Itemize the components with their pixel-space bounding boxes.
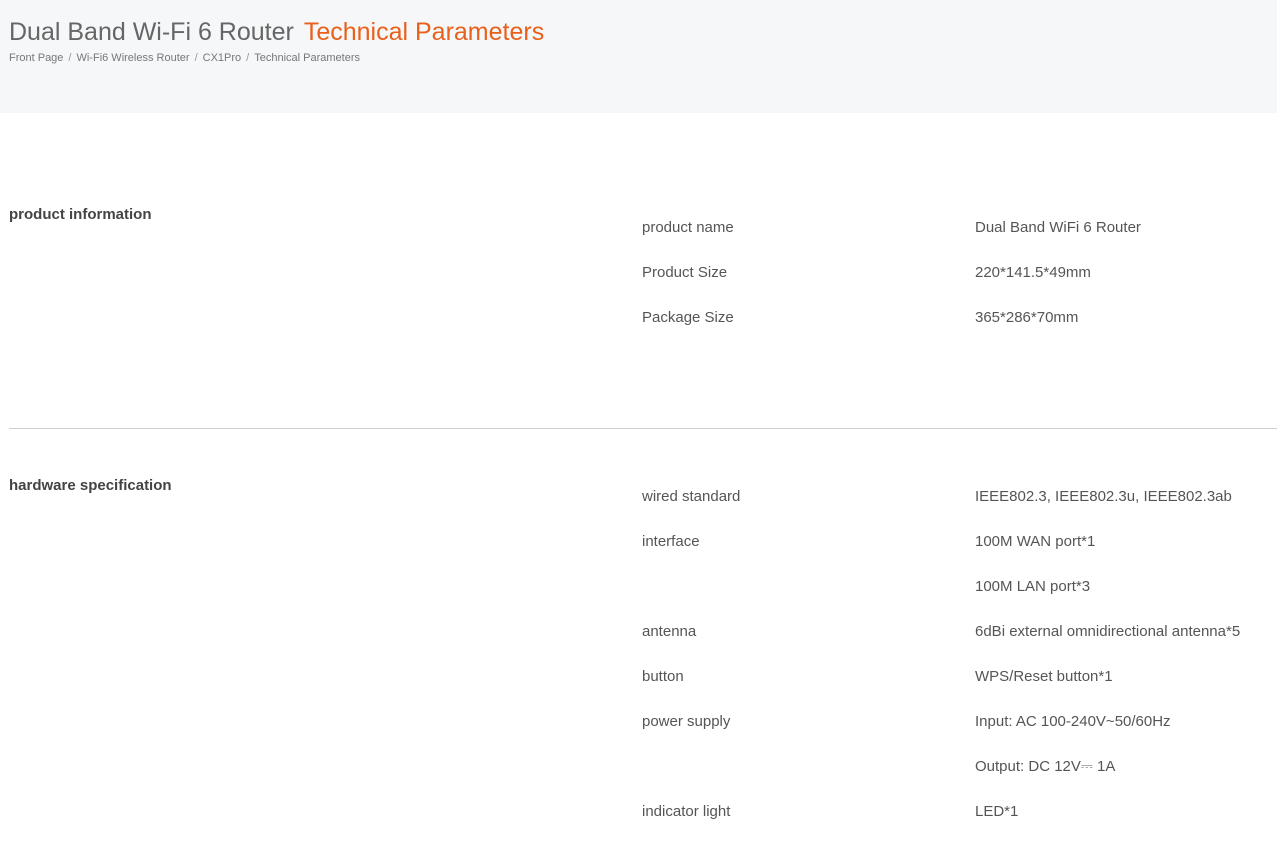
spec-label: interface	[642, 533, 700, 550]
spec-row: Output: DC 12V⎓ 1A	[0, 757, 1277, 777]
page-title-accent: Technical Parameters	[303, 18, 545, 46]
spec-value: Dual Band WiFi 6 Router	[975, 219, 1141, 236]
spec-row: product name Dual Band WiFi 6 Router	[0, 218, 1277, 238]
breadcrumb-separator: /	[194, 52, 198, 64]
spec-row: Product Size 220*141.5*49mm	[0, 263, 1277, 283]
page-title: Dual Band Wi-Fi 6 Router Technical Parame…	[9, 17, 544, 47]
spec-row: Package Size 365*286*70mm	[0, 308, 1277, 328]
spec-value: Output: DC 12V⎓ 1A	[975, 758, 1116, 775]
breadcrumb-separator: /	[68, 52, 72, 64]
page-header: Dual Band Wi-Fi 6 Router Technical Parame…	[0, 0, 1277, 113]
spec-label: product name	[642, 219, 734, 236]
spec-value: 6dBi external omnidirectional antenna*5	[975, 623, 1241, 640]
spec-label: Product Size	[642, 264, 728, 281]
spec-row: indicator light LED*1	[0, 802, 1277, 822]
spec-value: 100M WAN port*1	[975, 533, 1096, 550]
spec-label: wired standard	[642, 488, 741, 505]
breadcrumb-current: Technical Parameters	[254, 52, 360, 64]
spec-label: antenna	[642, 623, 697, 640]
spec-value: WPS/Reset button*1	[975, 668, 1113, 685]
spec-row: 100M LAN port*3	[0, 577, 1277, 597]
page-title-main: Dual Band Wi-Fi 6 Router	[9, 18, 294, 46]
spec-value: IEEE802.3, IEEE802.3u, IEEE802.3ab	[975, 488, 1232, 505]
spec-value: 365*286*70mm	[975, 309, 1079, 326]
spec-label: button	[642, 668, 684, 685]
spec-row: wired standard IEEE802.3, IEEE802.3u, IE…	[0, 487, 1277, 507]
spec-label: indicator light	[642, 803, 731, 820]
spec-value: 220*141.5*49mm	[975, 264, 1091, 281]
spec-label: power supply	[642, 713, 731, 730]
spec-row: power supply Input: AC 100-240V~50/60Hz	[0, 712, 1277, 732]
spec-value: 100M LAN port*3	[975, 578, 1091, 595]
breadcrumb-link-wifi6-wireless-router[interactable]: Wi-Fi6 Wireless Router	[76, 52, 189, 64]
spec-row: interface 100M WAN port*1	[0, 532, 1277, 552]
spec-value: Input: AC 100-240V~50/60Hz	[975, 713, 1171, 730]
breadcrumb-separator: /	[246, 52, 250, 64]
spec-row: antenna 6dBi external omnidirectional an…	[0, 622, 1277, 642]
spec-row: button WPS/Reset button*1	[0, 667, 1277, 687]
breadcrumb-link-front-page[interactable]: Front Page	[9, 52, 63, 64]
spec-label: Package Size	[642, 309, 734, 326]
section-divider	[9, 428, 1277, 429]
spec-value: LED*1	[975, 803, 1019, 820]
breadcrumb: Front Page / Wi-Fi6 Wireless Router / CX1Pro…	[9, 51, 360, 65]
breadcrumb-link-cx1pro[interactable]: CX1Pro	[203, 52, 242, 64]
